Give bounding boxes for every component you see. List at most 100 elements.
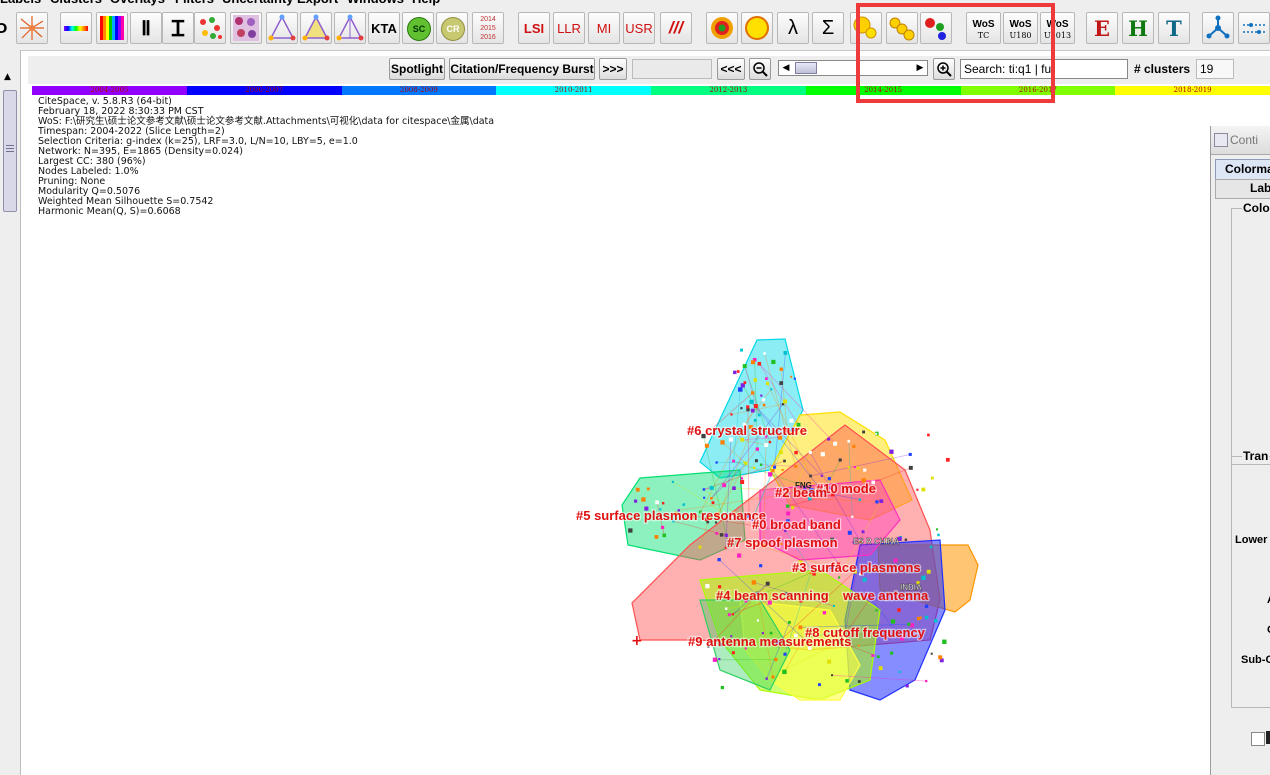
network-node[interactable] xyxy=(760,394,763,397)
menu-help[interactable]: Help xyxy=(412,0,440,6)
network-node[interactable] xyxy=(744,461,748,465)
network-node[interactable] xyxy=(660,525,665,530)
network-node[interactable] xyxy=(889,449,894,454)
network-node[interactable] xyxy=(711,501,715,505)
network-node[interactable] xyxy=(808,450,812,454)
network-node[interactable] xyxy=(736,370,740,373)
network-node[interactable] xyxy=(852,540,856,544)
network-node[interactable] xyxy=(871,480,876,485)
heatmap-icon[interactable] xyxy=(96,12,128,44)
kta-button[interactable]: KTA xyxy=(368,12,400,44)
dialog-titlebar[interactable]: Conti xyxy=(1211,126,1270,155)
scrollbar-thumb[interactable] xyxy=(3,90,17,212)
network-node[interactable] xyxy=(767,600,772,605)
network-node[interactable] xyxy=(875,609,878,612)
tab-colormap[interactable]: Colorma xyxy=(1215,159,1270,180)
network-node[interactable] xyxy=(796,422,801,427)
network-node[interactable] xyxy=(771,359,776,365)
menu-windows[interactable]: Windows xyxy=(347,0,404,6)
network-node[interactable] xyxy=(738,387,743,392)
network-node[interactable] xyxy=(845,679,849,683)
network-node[interactable] xyxy=(774,657,778,662)
network-node[interactable] xyxy=(856,466,860,470)
network-node[interactable] xyxy=(733,370,737,375)
network-node[interactable] xyxy=(783,459,786,463)
colorbar-icon[interactable] xyxy=(60,12,92,44)
network-node[interactable] xyxy=(672,519,675,523)
network-node[interactable] xyxy=(862,577,867,582)
network-node[interactable] xyxy=(802,637,805,640)
sigma-button[interactable]: Σ xyxy=(812,12,844,44)
network-node[interactable] xyxy=(722,483,727,488)
sc-button[interactable]: SC xyxy=(402,12,434,44)
network-node[interactable] xyxy=(646,487,650,491)
network-node[interactable] xyxy=(718,585,722,589)
network-node[interactable] xyxy=(784,529,787,533)
network-node[interactable] xyxy=(879,499,884,504)
network-node[interactable] xyxy=(717,681,721,685)
network-node[interactable] xyxy=(809,488,814,493)
network-node[interactable] xyxy=(853,466,856,469)
network-node[interactable] xyxy=(699,510,702,514)
option-checkbox[interactable] xyxy=(1251,732,1265,746)
network-node[interactable] xyxy=(662,533,667,538)
network-node[interactable] xyxy=(772,638,776,643)
network-node[interactable] xyxy=(898,670,901,674)
network-node[interactable] xyxy=(715,461,718,464)
wos-u2013-button[interactable]: WoS U2013 xyxy=(1040,12,1075,44)
network-node[interactable] xyxy=(943,429,947,434)
dots-icon[interactable] xyxy=(920,12,952,44)
network-node[interactable] xyxy=(789,418,794,423)
network-node[interactable] xyxy=(661,501,665,505)
network-node[interactable] xyxy=(759,564,763,568)
network-node[interactable] xyxy=(779,450,783,454)
network-node[interactable] xyxy=(744,599,748,603)
i-icon[interactable]: Ɪ xyxy=(162,12,194,44)
network-node[interactable] xyxy=(812,572,816,576)
network-node[interactable] xyxy=(719,533,724,537)
network-node[interactable] xyxy=(732,459,735,463)
network-node[interactable] xyxy=(753,418,757,422)
target-icon[interactable] xyxy=(706,12,738,44)
chain-icon[interactable] xyxy=(886,12,918,44)
network-node[interactable] xyxy=(844,629,848,632)
network-node[interactable] xyxy=(753,404,758,409)
network-node[interactable] xyxy=(836,562,841,566)
network-node[interactable] xyxy=(740,437,745,442)
network-node[interactable] xyxy=(930,476,934,480)
network-node[interactable] xyxy=(857,644,860,647)
next-button[interactable]: >>> xyxy=(599,58,627,80)
network-node[interactable] xyxy=(790,427,796,432)
network-node[interactable] xyxy=(827,437,831,441)
network-node[interactable] xyxy=(874,431,879,436)
network-node[interactable] xyxy=(916,488,919,491)
menu-export[interactable]: Export xyxy=(297,0,338,6)
network-node[interactable] xyxy=(777,434,781,437)
network-node[interactable] xyxy=(829,564,834,570)
network-node[interactable] xyxy=(722,511,725,514)
network-node[interactable] xyxy=(764,443,769,447)
network-node[interactable] xyxy=(798,625,803,630)
network-node[interactable] xyxy=(690,514,695,519)
network-node[interactable] xyxy=(942,639,947,644)
clusters-count-field[interactable] xyxy=(1196,59,1234,79)
menu-uncertainty[interactable]: Uncertainty xyxy=(222,0,294,6)
network-node[interactable] xyxy=(763,352,766,355)
network-node[interactable] xyxy=(921,575,926,581)
network-node[interactable] xyxy=(858,498,862,501)
network-node[interactable] xyxy=(781,468,784,471)
network-node[interactable] xyxy=(820,474,823,477)
network-node[interactable] xyxy=(719,643,723,647)
network-node[interactable] xyxy=(707,516,712,520)
network-node[interactable] xyxy=(750,408,755,413)
network-node[interactable] xyxy=(728,437,733,442)
network-node[interactable] xyxy=(939,658,944,663)
h-icon[interactable]: Ⅱ xyxy=(130,12,162,44)
network-node[interactable] xyxy=(724,546,727,549)
network-node[interactable] xyxy=(830,492,835,497)
network-node[interactable] xyxy=(935,528,939,531)
network-node[interactable] xyxy=(890,651,894,655)
network-node[interactable] xyxy=(769,631,773,635)
network-node[interactable] xyxy=(792,568,796,572)
network-node[interactable] xyxy=(731,613,735,616)
